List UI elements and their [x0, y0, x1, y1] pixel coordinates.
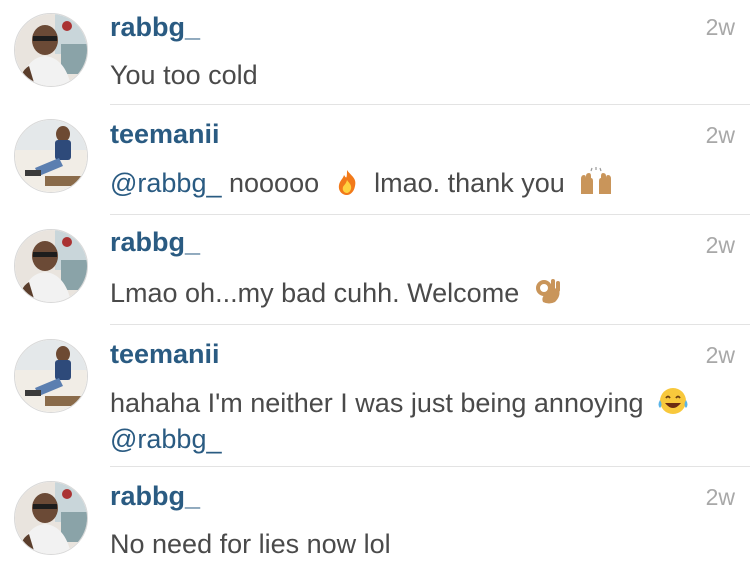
timestamp: 2w [705, 122, 735, 148]
timestamp: 2w [705, 484, 735, 510]
comment-text-part: nooooo [229, 168, 320, 198]
avatar-rabbg[interactable] [14, 481, 88, 555]
comment-text-part: hahaha I'm neither I was just being anno… [110, 388, 644, 418]
username[interactable]: rabbg_ [110, 481, 200, 512]
username[interactable]: teemanii [110, 339, 220, 370]
comment-item: rabbg_ 2w No need for lies now lol [0, 467, 750, 573]
avatar-teemanii[interactable] [14, 119, 88, 193]
comment-text: @rabbg_ nooooo lmao. thank you [110, 165, 740, 205]
comment-text: No need for lies now lol [110, 529, 391, 559]
avatar-rabbg[interactable] [14, 13, 88, 87]
username[interactable]: rabbg_ [110, 227, 200, 258]
timestamp: 2w [705, 342, 735, 368]
timestamp: 2w [705, 14, 735, 40]
mention-link[interactable]: @rabbg_ [110, 424, 221, 454]
comment-list: rabbg_ 2w You too cold teemanii 2w @rabb… [0, 0, 750, 573]
avatar-teemanii[interactable] [14, 339, 88, 413]
comment-text-part: lmao. thank you [374, 168, 565, 198]
username[interactable]: rabbg_ [110, 12, 200, 43]
comment-item: rabbg_ 2w You too cold [0, 0, 750, 105]
username[interactable]: teemanii [110, 119, 220, 150]
avatar-rabbg[interactable] [14, 229, 88, 303]
mention-link[interactable]: @rabbg_ [110, 168, 221, 198]
comment-item: teemanii 2w hahaha I'm neither I was jus… [0, 325, 750, 467]
tears-of-joy-emoji-icon [657, 386, 689, 425]
ok-hand-emoji-icon [533, 276, 563, 315]
comment-text-line2: @rabbg_ [110, 421, 740, 457]
comment-item: teemanii 2w @rabbg_ nooooo lmao. thank y… [0, 105, 750, 215]
comment-text: hahaha I'm neither I was just being anno… [110, 385, 740, 425]
raising-hands-emoji-icon [578, 166, 614, 205]
timestamp: 2w [705, 232, 735, 258]
comment-text: Lmao oh...my bad cuhh. Welcome [110, 275, 740, 315]
comment-item: rabbg_ 2w Lmao oh...my bad cuhh. Welcome [0, 215, 750, 325]
comment-text-part: Lmao oh...my bad cuhh. Welcome [110, 278, 520, 308]
fire-emoji-icon [333, 168, 361, 205]
comment-text: You too cold [110, 60, 258, 90]
